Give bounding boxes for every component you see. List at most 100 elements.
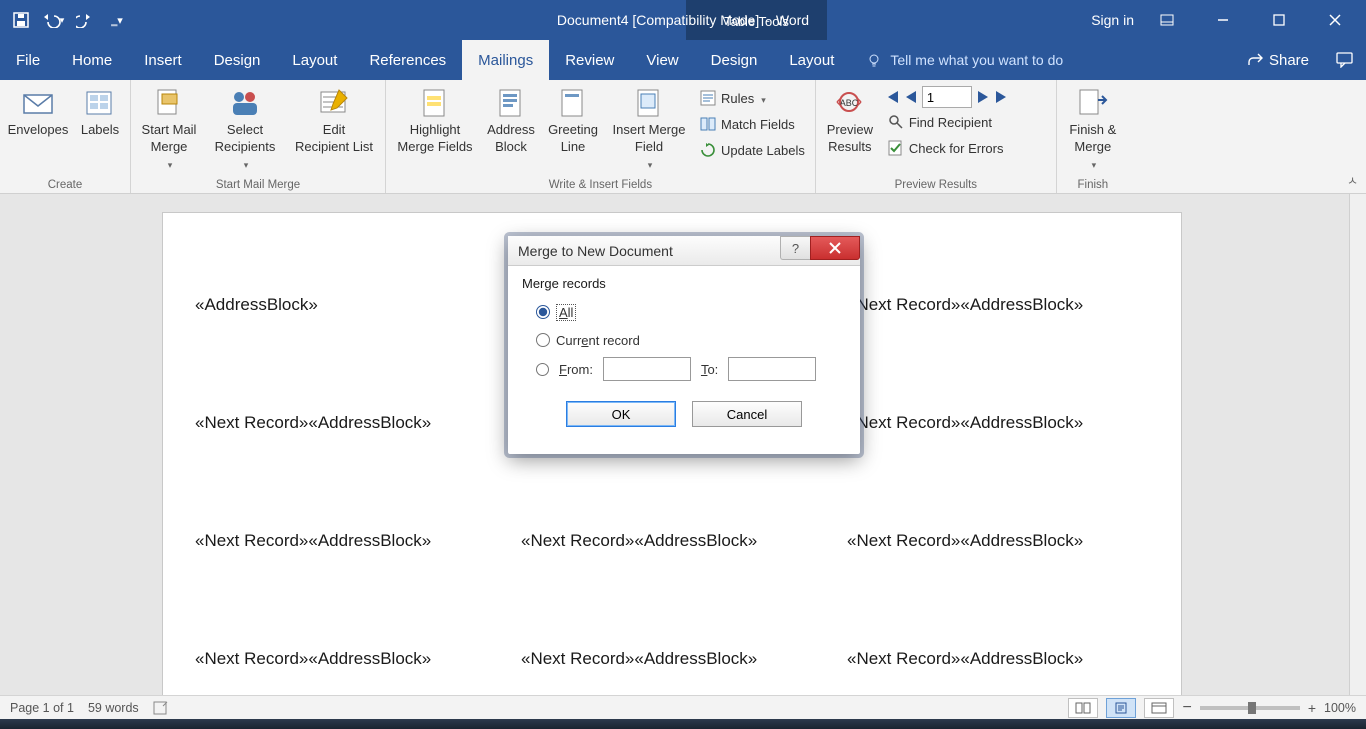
minimize-icon[interactable]: [1200, 6, 1246, 34]
zoom-slider[interactable]: [1200, 706, 1300, 710]
svg-text:ABC: ABC: [840, 98, 859, 108]
title-app: Word: [776, 12, 809, 28]
dialog-title-bar[interactable]: Merge to New Document ?: [508, 236, 860, 266]
check-errors-label: Check for Errors: [909, 141, 1004, 156]
ribbon-display-options-icon[interactable]: [1144, 6, 1190, 34]
share-button[interactable]: Share: [1232, 40, 1324, 80]
find-recipient-button[interactable]: Find Recipient: [884, 110, 1050, 134]
labels-button[interactable]: Labels: [74, 84, 126, 141]
collapse-ribbon-icon[interactable]: ㅅ: [1347, 172, 1358, 189]
start-mail-merge-button[interactable]: Start Mail Merge: [135, 84, 203, 175]
table-cell[interactable]: «Next Record»«AddressBlock»: [521, 531, 823, 551]
address-block-button[interactable]: Address Block: [482, 84, 540, 158]
recipients-icon: [228, 86, 262, 120]
start-mail-merge-label: Start Mail Merge: [142, 122, 197, 156]
redo-icon[interactable]: [72, 7, 98, 33]
last-record-icon[interactable]: [994, 90, 1010, 104]
check-icon: [888, 140, 904, 156]
tab-table-layout[interactable]: Layout: [773, 40, 850, 80]
highlight-merge-fields-button[interactable]: Highlight Merge Fields: [390, 84, 480, 158]
maximize-icon[interactable]: [1256, 6, 1302, 34]
tab-home[interactable]: Home: [56, 40, 128, 80]
vertical-scrollbar[interactable]: [1349, 194, 1366, 699]
greeting-line-label: Greeting Line: [548, 122, 598, 156]
rules-button[interactable]: Rules: [696, 86, 809, 110]
dialog-buttons: OK Cancel: [508, 389, 860, 437]
finish-merge-button[interactable]: Finish & Merge: [1061, 84, 1125, 175]
preview-results-button[interactable]: ABC Preview Results: [820, 84, 880, 158]
table-cell[interactable]: «Next Record»«AddressBlock»: [847, 531, 1149, 551]
signin-link[interactable]: Sign in: [1091, 12, 1134, 28]
first-record-icon[interactable]: [884, 90, 900, 104]
radio-current[interactable]: [536, 333, 550, 347]
ok-button[interactable]: OK: [566, 401, 676, 427]
tab-review[interactable]: Review: [549, 40, 630, 80]
qat-customize-icon[interactable]: ‗▾: [104, 7, 130, 33]
tab-table-design[interactable]: Design: [695, 40, 774, 80]
radio-all[interactable]: [536, 305, 550, 319]
to-input[interactable]: [728, 357, 816, 381]
table-cell[interactable]: «AddressBlock»: [195, 295, 497, 315]
tell-me-search[interactable]: Tell me what you want to do: [850, 40, 1232, 80]
greeting-line-button[interactable]: Greeting Line: [542, 84, 604, 158]
quick-access-toolbar: ▾ ‗▾: [0, 7, 130, 33]
group-preview-results: ABC Preview Results Find Recipient Check…: [816, 80, 1057, 193]
save-icon[interactable]: [8, 7, 34, 33]
close-icon[interactable]: [1312, 6, 1358, 34]
prev-record-icon[interactable]: [904, 90, 918, 104]
undo-icon[interactable]: ▾: [40, 7, 66, 33]
read-mode-icon[interactable]: [1068, 698, 1098, 718]
match-fields-label: Match Fields: [721, 117, 795, 132]
web-layout-icon[interactable]: [1144, 698, 1174, 718]
tab-insert[interactable]: Insert: [128, 40, 198, 80]
table-cell[interactable]: «Next Record»«AddressBlock»: [195, 649, 497, 669]
edit-recipient-list-button[interactable]: Edit Recipient List: [287, 84, 381, 158]
dialog-close-icon[interactable]: [810, 236, 860, 260]
zoom-thumb[interactable]: [1248, 702, 1256, 714]
tab-references[interactable]: References: [353, 40, 462, 80]
check-errors-button[interactable]: Check for Errors: [884, 136, 1050, 160]
from-input[interactable]: [603, 357, 691, 381]
update-labels-button[interactable]: Update Labels: [696, 138, 809, 162]
record-number-input[interactable]: [922, 86, 972, 108]
rules-icon: [700, 90, 716, 106]
table-cell[interactable]: «Next Record»«AddressBlock»: [521, 649, 823, 669]
ribbon: Envelopes Labels Create Start Mail Merge…: [0, 80, 1366, 194]
tab-view[interactable]: View: [630, 40, 694, 80]
cancel-button[interactable]: Cancel: [692, 401, 802, 427]
title-sep: -: [765, 12, 770, 28]
tab-mailings[interactable]: Mailings: [462, 40, 549, 80]
table-cell[interactable]: «Next Record»«AddressBlock»: [195, 413, 497, 433]
table-cell[interactable]: «Next Record»«AddressBlock»: [847, 649, 1149, 669]
search-icon: [888, 114, 904, 130]
taskbar: [0, 719, 1366, 729]
insert-merge-field-button[interactable]: Insert Merge Field: [606, 84, 692, 175]
proofing-icon[interactable]: [153, 700, 169, 716]
zoom-out-icon[interactable]: −: [1182, 699, 1191, 717]
envelopes-button[interactable]: Envelopes: [4, 84, 72, 141]
table-cell[interactable]: «Next Record»«AddressBlock»: [847, 295, 1149, 315]
next-record-icon[interactable]: [976, 90, 990, 104]
group-startmerge-label: Start Mail Merge: [135, 175, 381, 193]
table-cell[interactable]: «Next Record»«AddressBlock»: [195, 531, 497, 551]
tab-layout[interactable]: Layout: [276, 40, 353, 80]
radio-from[interactable]: [536, 363, 549, 376]
merge-dialog: Merge to New Document ? Merge records Al…: [508, 236, 860, 454]
labels-icon: [83, 86, 117, 120]
tab-file[interactable]: File: [0, 40, 56, 80]
word-count[interactable]: 59 words: [88, 701, 139, 715]
select-recipients-button[interactable]: Select Recipients: [205, 84, 285, 175]
zoom-in-icon[interactable]: +: [1308, 700, 1316, 716]
envelopes-label: Envelopes: [8, 122, 69, 139]
table-cell[interactable]: «Next Record»«AddressBlock»: [847, 413, 1149, 433]
print-layout-icon[interactable]: [1106, 698, 1136, 718]
page-status[interactable]: Page 1 of 1: [10, 701, 74, 715]
preview-results-label: Preview Results: [827, 122, 873, 156]
group-write-label: Write & Insert Fields: [390, 175, 811, 193]
dialog-help-icon[interactable]: ?: [780, 236, 810, 260]
match-fields-button[interactable]: Match Fields: [696, 112, 809, 136]
comments-icon[interactable]: [1324, 40, 1366, 80]
ribbon-tabs: File Home Insert Design Layout Reference…: [0, 40, 1366, 80]
zoom-level[interactable]: 100%: [1324, 701, 1356, 715]
tab-design[interactable]: Design: [198, 40, 277, 80]
